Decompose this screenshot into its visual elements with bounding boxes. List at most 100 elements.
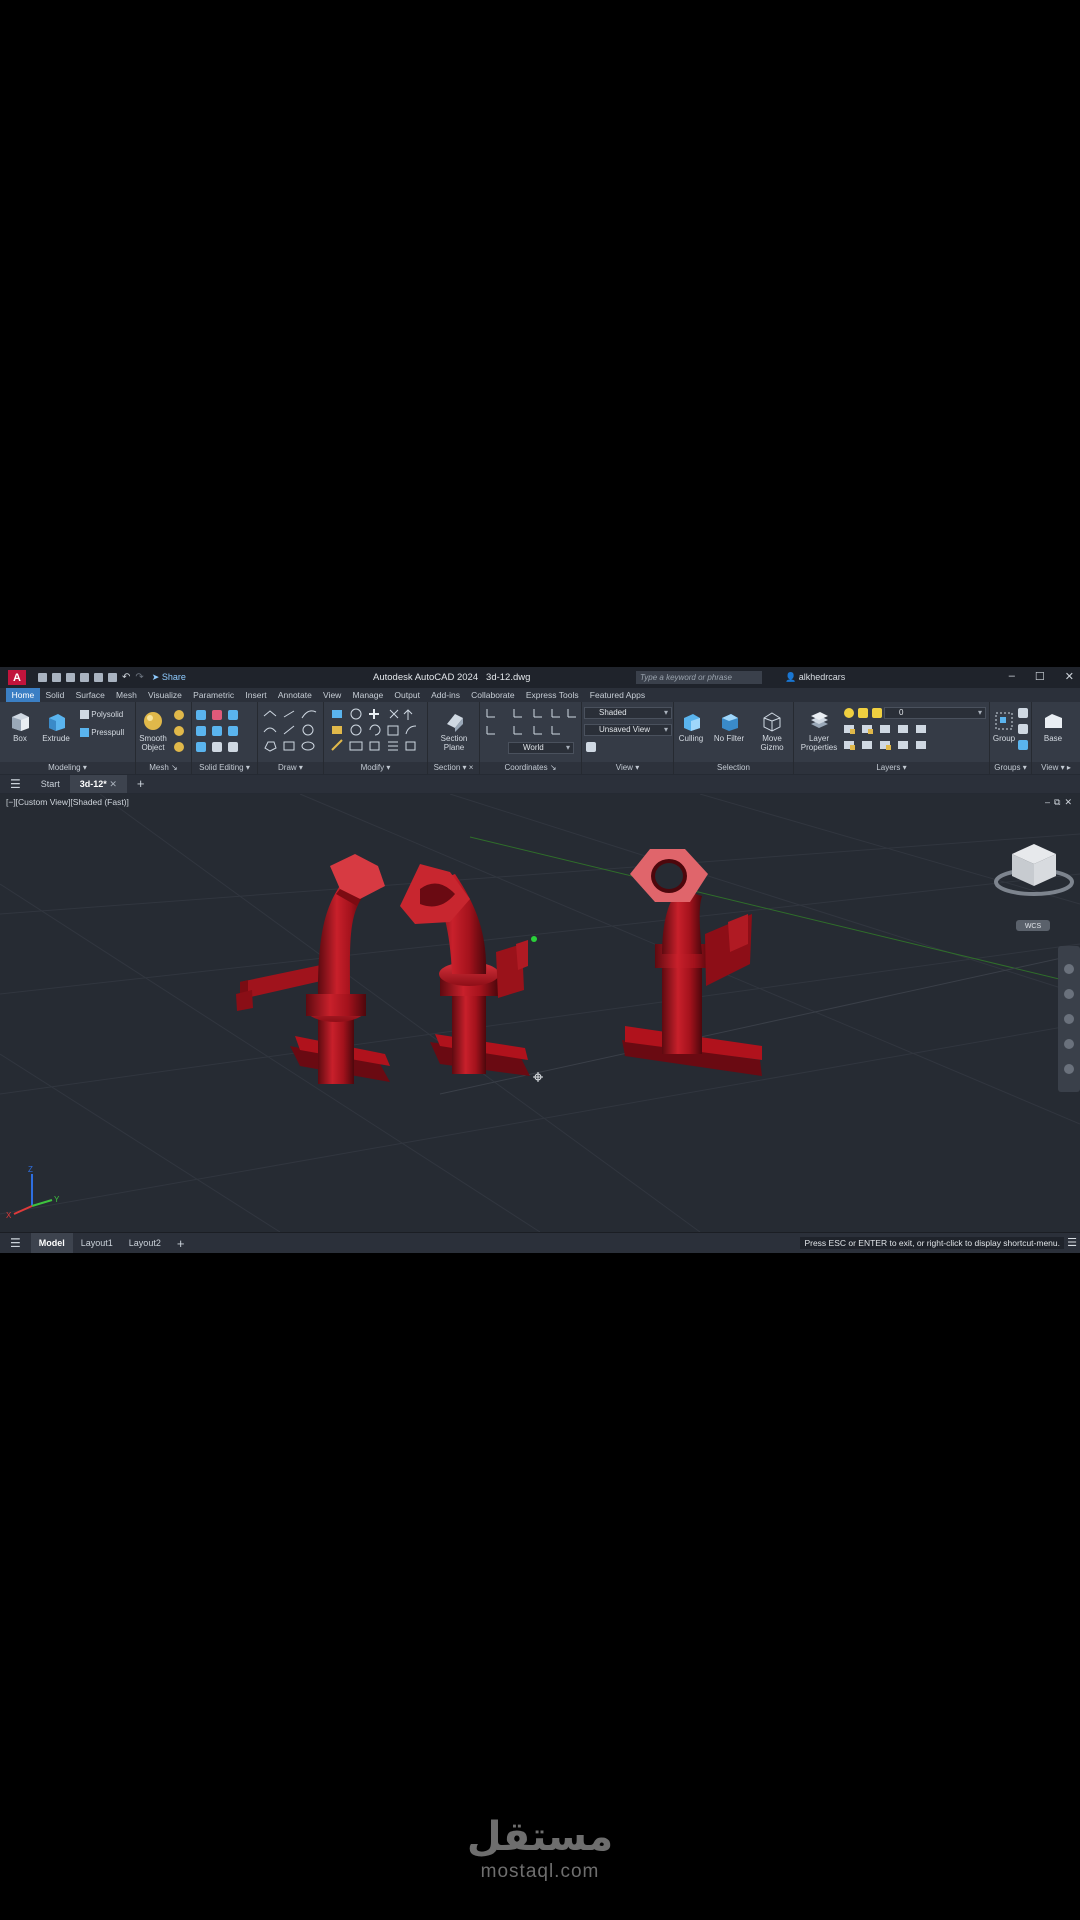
close-tab-icon[interactable]: ✕ (109, 779, 117, 789)
modify-tools-icon[interactable] (330, 708, 424, 752)
open-file-icon[interactable] (52, 673, 61, 682)
layer-lock-icon[interactable] (872, 708, 882, 718)
union-icon[interactable] (196, 710, 206, 720)
autocad-logo-icon[interactable]: A (8, 670, 26, 685)
named-view-dropdown[interactable]: Unsaved View (584, 724, 672, 736)
layout-tab-layout1[interactable]: Layout1 (73, 1233, 121, 1254)
panel-title-section[interactable]: Section ▾ × (428, 762, 479, 774)
minimize-icon[interactable]: – (1009, 670, 1015, 683)
red-pipe-bracket-2[interactable] (400, 864, 537, 1076)
ucs-world-dropdown[interactable]: World (508, 742, 574, 754)
layout-tab-model[interactable]: Model (30, 1232, 73, 1253)
box-button[interactable]: Box (6, 710, 34, 743)
panel-title-modeling[interactable]: Modeling ▾ (0, 762, 135, 774)
maximize-icon[interactable]: ☐ (1035, 670, 1045, 683)
subtract-icon[interactable] (212, 710, 222, 720)
layer-dropdown[interactable]: 0 (884, 707, 986, 719)
publish-icon[interactable] (94, 673, 103, 682)
tab-insert[interactable]: Insert (240, 688, 272, 702)
ungroup-icon[interactable] (1018, 708, 1028, 718)
slice-icon[interactable] (196, 726, 206, 736)
panel-title-view[interactable]: View ▾ (582, 762, 673, 774)
tab-express-tools[interactable]: Express Tools (520, 688, 584, 702)
close-icon[interactable]: ✕ (1065, 670, 1074, 683)
panel-title-view-2[interactable]: View ▾ ▸ (1032, 762, 1080, 774)
tab-view[interactable]: View (317, 688, 346, 702)
layer-tools-icon[interactable] (842, 723, 982, 753)
group-select-icon[interactable] (1018, 740, 1028, 750)
panel-title-layers[interactable]: Layers ▾ (794, 762, 989, 774)
save-as-icon[interactable] (80, 673, 89, 682)
red-pipe-bracket-1[interactable] (236, 854, 390, 1084)
panel-title-mesh[interactable]: Mesh ↘ (136, 762, 191, 774)
panel-title-selection[interactable]: Selection (674, 762, 793, 774)
section-plane-button[interactable]: Section Plane (432, 710, 476, 752)
group-edit-icon[interactable] (1018, 724, 1028, 734)
new-file-icon[interactable] (38, 673, 47, 682)
tab-home[interactable]: Home (6, 688, 40, 702)
base-view-button[interactable]: Base (1038, 710, 1068, 743)
ucs-tools-icon[interactable] (484, 707, 578, 719)
panel-title-modify[interactable]: Modify ▾ (324, 762, 427, 774)
mesh-tool-icon[interactable] (174, 726, 184, 736)
tab-manage[interactable]: Manage (347, 688, 389, 702)
ucs-tools-icon[interactable] (484, 724, 578, 736)
separate-icon[interactable] (228, 742, 238, 752)
shell-icon[interactable] (196, 742, 206, 752)
draw-tools-icon[interactable] (262, 708, 320, 752)
tab-surface[interactable]: Surface (70, 688, 110, 702)
viewport-restore-icon[interactable]: ⧉ (1054, 797, 1064, 807)
presspull-button[interactable]: Presspull (80, 728, 124, 738)
user-account[interactable]: 👤 alkhedrcars (785, 672, 845, 683)
extrude-button[interactable]: Extrude (40, 710, 72, 743)
panel-title-draw[interactable]: Draw ▾ (258, 762, 323, 774)
search-input[interactable]: Type a keyword or phrase (636, 671, 762, 684)
layer-on-icon[interactable] (844, 708, 854, 718)
red-pipe-bracket-3[interactable] (622, 849, 762, 1076)
status-menu-icon[interactable]: ☰ (0, 1233, 31, 1254)
viewport-controls-label[interactable]: [−][Custom View][Shaded (Fast)] (6, 797, 129, 807)
culling-button[interactable]: Culling (676, 710, 706, 743)
3d-scene[interactable]: WCS Z Y X (0, 794, 1080, 1232)
layout-tab-layout2[interactable]: Layout2 (121, 1233, 169, 1254)
intersect-icon[interactable] (228, 710, 238, 720)
tab-annotate[interactable]: Annotate (272, 688, 317, 702)
tab-mesh[interactable]: Mesh (110, 688, 142, 702)
tab-add-ins[interactable]: Add-ins (426, 688, 466, 702)
extract-edges-icon[interactable] (228, 726, 238, 736)
drawing-viewport[interactable]: WCS Z Y X [−][Custom View][Shaded (Fast)… (0, 794, 1080, 1232)
group-button[interactable]: Group (992, 710, 1016, 743)
undo-icon[interactable]: ↶ (122, 672, 130, 683)
hamburger-menu-icon[interactable]: ☰ (0, 775, 31, 793)
panel-title-solid-editing[interactable]: Solid Editing ▾ (192, 762, 257, 774)
mesh-tool-icon[interactable] (174, 710, 184, 720)
file-tab-start[interactable]: Start (31, 775, 70, 793)
thicken-icon[interactable] (212, 726, 222, 736)
layer-properties-button[interactable]: Layer Properties (798, 710, 840, 752)
smooth-object-button[interactable]: Smooth Object (138, 710, 168, 752)
share-button[interactable]: ➤ Share (152, 672, 186, 683)
green-grip[interactable] (531, 936, 537, 942)
tab-solid[interactable]: Solid (40, 688, 70, 702)
viewcube-icon[interactable] (994, 844, 1074, 896)
file-tab-3d-12[interactable]: 3d-12* ✕ (69, 775, 127, 793)
visual-style-dropdown[interactable]: Shaded (584, 707, 672, 719)
tab-output[interactable]: Output (389, 688, 426, 702)
panel-title-coordinates[interactable]: Coordinates ↘ (480, 762, 581, 774)
new-tab-plus-icon[interactable]: + (127, 775, 155, 793)
save-icon[interactable] (66, 673, 75, 682)
viewport-minimize-icon[interactable]: – (1045, 797, 1054, 807)
tab-featured-apps[interactable]: Featured Apps (584, 688, 650, 702)
fillet-edge-icon[interactable] (212, 742, 222, 752)
tab-parametric[interactable]: Parametric (188, 688, 240, 702)
mesh-tool-icon[interactable] (174, 742, 184, 752)
viewport-close-icon[interactable]: ✕ (1064, 797, 1076, 807)
tab-visualize[interactable]: Visualize (142, 688, 187, 702)
polysolid-button[interactable]: Polysolid (80, 710, 123, 720)
panel-title-groups[interactable]: Groups ▾ (990, 762, 1031, 774)
move-gizmo-button[interactable]: Move Gizmo (754, 710, 790, 752)
redo-icon[interactable]: ↷ (135, 672, 143, 683)
no-filter-button[interactable]: No Filter (710, 710, 748, 743)
viewport-config-icon[interactable] (586, 742, 596, 752)
tab-collaborate[interactable]: Collaborate (466, 688, 521, 702)
